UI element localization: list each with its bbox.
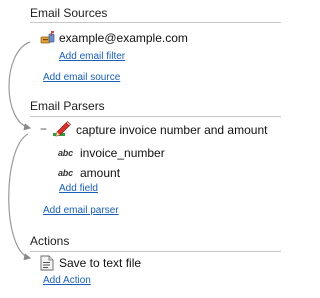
text-field-type-icon: abc xyxy=(58,148,73,158)
email-source-item[interactable]: example@example.com xyxy=(59,31,188,45)
email-parsers-separator xyxy=(30,116,281,117)
actions-header: Actions xyxy=(30,234,70,248)
add-email-source-link[interactable]: Add email source xyxy=(43,72,120,83)
add-email-parser-link[interactable]: Add email parser xyxy=(43,205,119,216)
email-sources-header: Email Sources xyxy=(30,6,108,20)
parser-pencil-icon xyxy=(52,120,72,143)
mailbox-icon xyxy=(40,30,56,51)
action-item[interactable]: Save to text file xyxy=(59,256,141,270)
add-email-filter-link[interactable]: Add email filter xyxy=(59,51,125,62)
text-file-icon xyxy=(40,255,54,276)
connector-sources-to-parsers xyxy=(8,41,32,131)
add-field-link[interactable]: Add field xyxy=(59,183,98,194)
email-parsers-header: Email Parsers xyxy=(30,99,105,113)
email-parser-item[interactable]: capture invoice number and amount xyxy=(76,123,267,137)
connector-parsers-to-actions xyxy=(8,133,32,261)
actions-separator xyxy=(30,251,281,252)
add-action-link[interactable]: Add Action xyxy=(43,275,91,286)
parser-collapse-toggle[interactable]: − xyxy=(40,122,47,136)
field-amount[interactable]: amount xyxy=(80,166,120,180)
email-sources-separator xyxy=(30,22,281,23)
field-invoice-number[interactable]: invoice_number xyxy=(80,146,165,160)
text-field-type-icon: abc xyxy=(58,168,73,178)
